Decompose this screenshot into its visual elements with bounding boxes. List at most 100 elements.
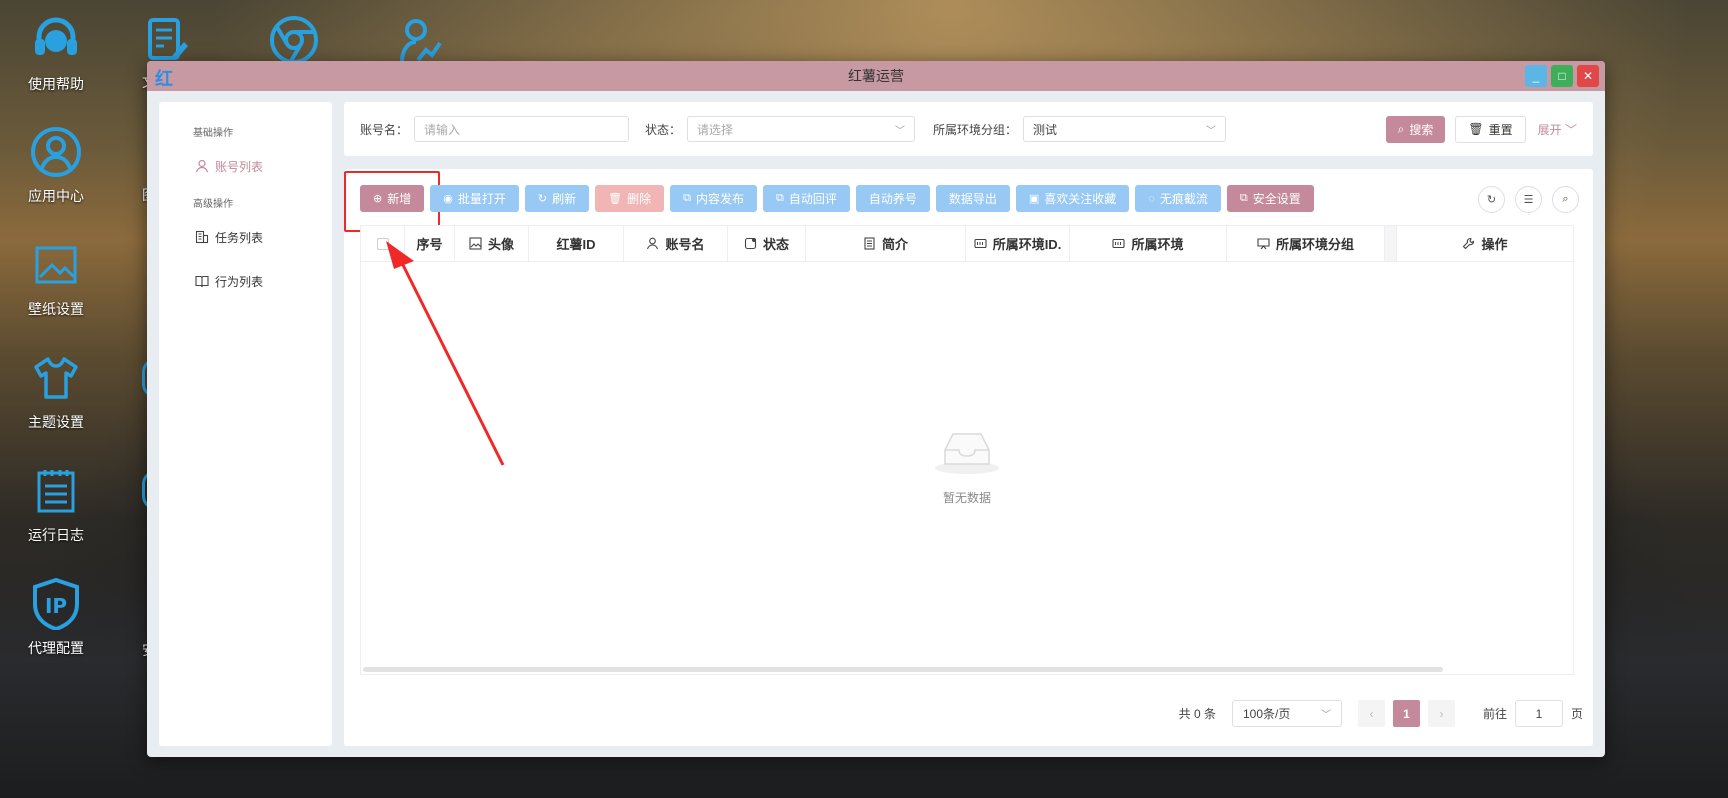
minimize-button[interactable]: _ — [1525, 65, 1547, 87]
notepad-icon — [28, 463, 84, 519]
chevron-down-icon: ﹀ — [895, 125, 906, 137]
refresh-icon[interactable]: ↻ — [1478, 186, 1505, 213]
page-size-value: 100条/页 — [1242, 707, 1291, 721]
expand-toggle[interactable]: 展开 ﹀ — [1538, 121, 1577, 138]
search-button-label: 搜索 — [1409, 122, 1434, 137]
empty-state: 暂无数据 — [931, 426, 1003, 506]
desktop-icon-help[interactable]: 使用帮助 — [0, 12, 112, 94]
desktop-icons: 使用帮助 应用中心 壁纸设置 主题设置 运行日志 IP 代理配置 — [0, 0, 115, 798]
search-button[interactable]: ⌕ 搜索 — [1385, 115, 1446, 143]
auto-reply-label: 自动回评 — [788, 192, 837, 206]
image-icon — [28, 237, 84, 293]
desktop-icon-wallpaper[interactable]: 壁纸设置 — [0, 237, 112, 319]
desktop-icon-app-center[interactable]: 应用中心 — [0, 124, 112, 206]
status-select[interactable]: 请选择 ﹀ — [687, 116, 916, 142]
column-header-account: 账号名 — [624, 226, 728, 261]
page-suffix: 页 — [1570, 707, 1583, 721]
security-button[interactable]: ⧉ 安全设置 — [1226, 185, 1314, 212]
sidebar-item-label: 行为列表 — [215, 274, 264, 289]
desktop-icon-label: 使用帮助 — [28, 76, 84, 92]
title-bar[interactable]: 红 红薯运营 _ □ ✕ — [147, 61, 1605, 91]
desktop-icon-proxy[interactable]: IP 代理配置 — [0, 576, 112, 658]
goto-label: 前往 — [1482, 707, 1507, 721]
empty-text: 暂无数据 — [942, 491, 991, 505]
table-header: 序号 头像 红薯ID 账号名 状态 简介 所属环境ID. 所属环境 所属环境分组… — [361, 226, 1573, 262]
main-content: ⊕ 新增 ◉ 批量打开 ↻ 刷新 🗑 删除 ⧉ 内容发布 ⧉ 自动回评 自动养号 数据导出 … — [344, 169, 1593, 746]
add-button[interactable]: ⊕ 新增 — [360, 185, 425, 212]
data-table: 序号 头像 红薯ID 账号名 状态 简介 所属环境ID. 所属环境 所属环境分组… — [360, 225, 1574, 675]
app-logo: 红 — [155, 69, 173, 90]
desktop-icon-label: 运行日志 — [28, 527, 84, 543]
user-growth-icon[interactable] — [392, 12, 448, 68]
external-link-icon: ⧉ — [683, 192, 691, 204]
desktop-icon-label: 壁纸设置 — [28, 301, 84, 317]
sidebar-group-advanced: 高级操作 — [193, 199, 233, 210]
column-label: 所属环境ID. — [992, 237, 1062, 252]
column-settings-icon[interactable]: ☰ — [1515, 186, 1542, 213]
sidebar-item-accounts[interactable]: 账号列表 — [159, 155, 332, 177]
wrench-icon — [1463, 237, 1475, 250]
column-label: 所属环境 — [1131, 237, 1184, 252]
env-group-select[interactable]: 测试 ﹀ — [1023, 116, 1227, 142]
action-toolbar: ⊕ 新增 ◉ 批量打开 ↻ 刷新 🗑 删除 ⧉ 内容发布 ⧉ 自动回评 自动养号 数据导出 … — [360, 185, 1314, 212]
refresh-button[interactable]: ↻ 刷新 — [524, 185, 590, 212]
desktop-icon-label: 主题设置 — [28, 414, 84, 430]
account-name-input[interactable]: 请输入 — [414, 116, 630, 142]
column-header-actions: 操作 — [1397, 226, 1573, 261]
desktop-icon-label: 应用中心 — [28, 188, 84, 204]
env-group-label: 所属环境分组： — [933, 122, 1018, 137]
current-page[interactable]: 1 — [1392, 700, 1420, 727]
search-icon: ⌕ — [1397, 121, 1405, 136]
chrome-icon[interactable] — [266, 12, 322, 68]
desktop-icon-logs[interactable]: 运行日志 — [0, 463, 112, 545]
document-edit-icon[interactable] — [140, 12, 196, 68]
auto-nurture-label: 自动养号 — [868, 192, 917, 206]
status-icon — [744, 237, 757, 250]
chat-icon: ◌ — [1148, 192, 1155, 205]
auto-nurture-button[interactable]: 自动养号 — [855, 185, 930, 212]
column-header-env: 所属环境 — [1070, 226, 1227, 261]
like-follow-button[interactable]: ▣ 喜欢关注收藏 — [1015, 185, 1130, 212]
column-label: 所属环境分组 — [1275, 237, 1354, 252]
auto-reply-button[interactable]: ⧉ 自动回评 — [762, 185, 850, 212]
chevron-down-icon: ﹀ — [1206, 125, 1217, 137]
pagination: 共 0 条 100条/页 ﹀ ‹ 1 › 前往 1 页 — [1179, 700, 1583, 727]
column-header-intro: 简介 — [806, 226, 966, 261]
page-size-select[interactable]: 100条/页 ﹀ — [1231, 700, 1342, 727]
ip-shield-icon: IP — [28, 576, 84, 632]
batch-open-button[interactable]: ◉ 批量打开 — [430, 185, 519, 212]
sidebar-item-tasks[interactable]: 任务列表 — [159, 226, 332, 248]
next-page-button[interactable]: › — [1427, 700, 1455, 727]
trash-icon: 🗑 — [608, 193, 623, 205]
traceless-button[interactable]: ◌ 无痕截流 — [1135, 185, 1221, 212]
goto-page-input[interactable]: 1 — [1514, 700, 1563, 727]
sidebar-group-basic: 基础操作 — [193, 128, 233, 139]
close-button[interactable]: ✕ — [1577, 65, 1599, 87]
account-name-placeholder: 请输入 — [424, 122, 461, 137]
desktop-icon-label: 代理配置 — [28, 640, 84, 656]
prev-page-button[interactable]: ‹ — [1357, 700, 1385, 727]
column-label: 简介 — [881, 237, 908, 252]
column-spacer — [1385, 226, 1397, 261]
goto-page-value: 1 — [1535, 706, 1543, 721]
delete-button[interactable]: 🗑 删除 — [595, 185, 665, 212]
book-icon — [195, 275, 209, 288]
expand-label: 展开 — [1537, 122, 1562, 137]
export-label: 数据导出 — [948, 192, 997, 206]
desktop-icon-theme[interactable]: 主题设置 — [0, 350, 112, 432]
maximize-button[interactable]: □ — [1551, 65, 1573, 87]
copy-icon: ⧉ — [1239, 192, 1248, 204]
column-header-status: 状态 — [728, 226, 806, 261]
sidebar-item-behaviors[interactable]: 行为列表 — [159, 270, 332, 292]
reset-button[interactable]: 🗑 重置 — [1455, 115, 1526, 143]
monitor-icon — [1257, 238, 1270, 250]
horizontal-scrollbar[interactable] — [363, 667, 1443, 672]
user-icon — [195, 159, 209, 173]
column-label: 操作 — [1481, 237, 1508, 252]
publish-button[interactable]: ⧉ 内容发布 — [670, 185, 757, 212]
add-button-label: 新增 — [387, 192, 412, 206]
search-icon[interactable]: ⌕ — [1552, 186, 1579, 213]
status-label: 状态： — [645, 122, 682, 137]
refresh-icon: ↻ — [537, 193, 548, 205]
export-button[interactable]: 数据导出 — [935, 185, 1010, 212]
